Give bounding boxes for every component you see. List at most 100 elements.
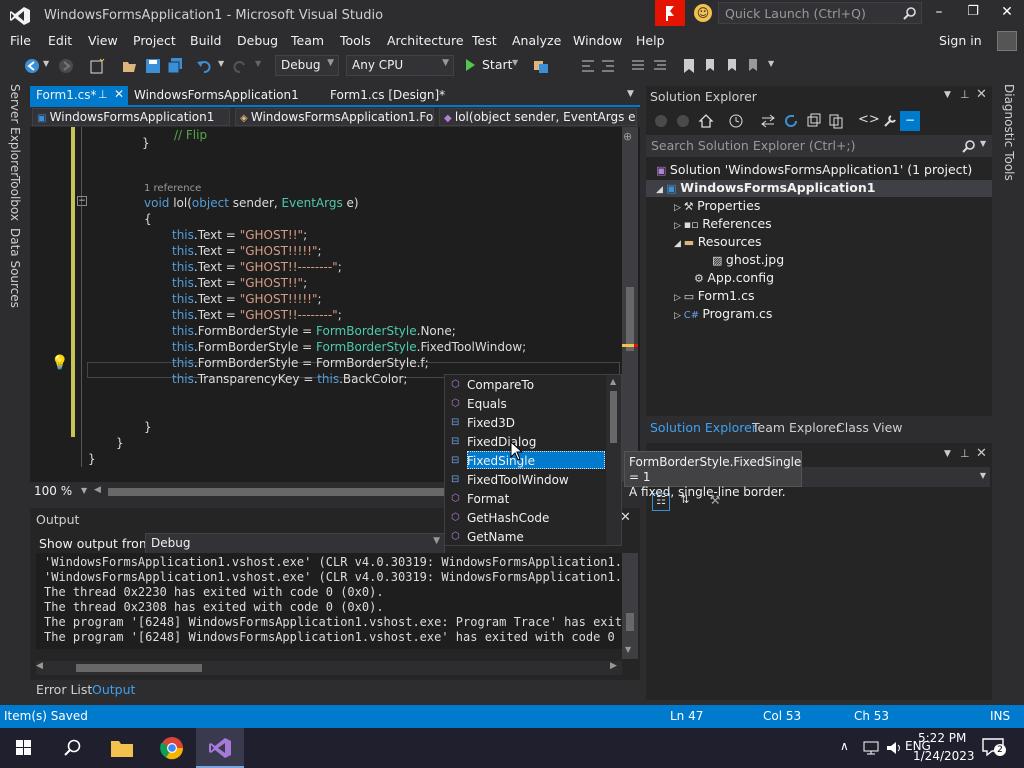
view-code-icon[interactable]: <> (858, 112, 880, 127)
output-hscroll-thumb[interactable] (76, 664, 202, 672)
scroll-right-icon[interactable]: ▶ (610, 661, 617, 671)
forward-icon[interactable] (676, 114, 690, 128)
panel-options-icon[interactable]: ▼ (944, 449, 951, 459)
solution-search-input[interactable]: Search Solution Explorer (Ctrl+;) ▼ (646, 135, 992, 157)
intellisense-item[interactable]: FixedToolWindow (467, 473, 569, 487)
tree-item-references[interactable]: ▷ ▪▫ References (674, 216, 772, 231)
intellisense-scroll-thumb[interactable] (610, 391, 617, 443)
intellisense-item[interactable]: GetHashCode (467, 511, 549, 525)
close-icon[interactable]: ✕ (114, 87, 124, 101)
zoom-level[interactable]: 100 % (34, 484, 72, 498)
sync-with-document-icon[interactable] (760, 113, 776, 129)
tree-item-app-config[interactable]: ⚙ App.config (694, 270, 774, 285)
tree-item-project[interactable]: ◢ ▣ WindowsFormsApplication1 (656, 180, 875, 195)
tree-item-resources[interactable]: ◢ ▬ Resources (674, 234, 762, 249)
search-taskbar-button[interactable] (48, 728, 96, 768)
solution-platform-select[interactable]: Any CPU ▼ (346, 55, 454, 76)
start-debug-button[interactable]: Start ▼ (462, 55, 524, 76)
home-icon[interactable] (698, 113, 714, 129)
file-explorer-taskbar-button[interactable] (98, 728, 146, 768)
start-button[interactable] (0, 728, 48, 768)
toolbar-options-icon[interactable]: ▼ (768, 59, 774, 68)
menu-debug[interactable]: Debug (237, 33, 278, 48)
comment-lines-icon[interactable] (630, 58, 646, 74)
redo-dropdown-icon[interactable]: ▼ (255, 59, 261, 68)
scroll-up-icon[interactable]: ▲ (610, 377, 616, 386)
split-icon[interactable]: ⊕ (623, 130, 637, 143)
back-dropdown-icon[interactable]: ▼ (43, 59, 49, 68)
refresh-icon[interactable] (783, 113, 799, 129)
close-button[interactable]: ✕ (997, 4, 1017, 24)
action-center-button[interactable]: 2 (982, 738, 1006, 757)
tab-solution-explorer[interactable]: Solution Explorer (650, 420, 757, 435)
bookmark-icon[interactable] (682, 58, 696, 74)
scrollbar-thumb[interactable] (626, 287, 634, 351)
tab-class-view[interactable]: Class View (836, 420, 903, 435)
pending-changes-filter-icon[interactable] (728, 113, 744, 129)
pin-icon[interactable]: ⊥ (960, 88, 970, 101)
show-all-files-icon[interactable] (828, 113, 844, 129)
intellisense-item[interactable]: GetName (467, 530, 524, 544)
menu-tools[interactable]: Tools (340, 33, 371, 48)
horizontal-scrollbar-thumb[interactable] (108, 488, 448, 496)
redo-icon[interactable] (232, 58, 248, 74)
output-vertical-scrollbar[interactable]: ▼ (622, 553, 638, 659)
output-scroll-thumb[interactable] (626, 613, 634, 631)
preview-selected-icon[interactable]: − (900, 111, 920, 131)
tab-team-explorer[interactable]: Team Explorer (752, 420, 841, 435)
minimize-button[interactable]: – (929, 4, 949, 24)
navigate-back-icon[interactable] (24, 58, 40, 74)
menu-window[interactable]: Window (573, 33, 622, 48)
menu-architecture[interactable]: Architecture (387, 33, 464, 48)
intellisense-item[interactable]: FixedSingle (467, 454, 535, 468)
menu-build[interactable]: Build (190, 33, 221, 48)
clock-time[interactable]: 5:22 PM (918, 731, 966, 745)
tree-item-ghost-jpg[interactable]: ▨ ghost.jpg (712, 252, 784, 267)
tree-item-properties[interactable]: ▷ ⚒ Properties (674, 198, 760, 213)
network-icon[interactable] (862, 740, 880, 756)
tab-windowsformsapplication1[interactable]: WindowsFormsApplication1 (128, 86, 318, 105)
account-avatar-icon[interactable] (997, 31, 1017, 51)
undo-dropdown-icon[interactable]: ▼ (218, 59, 224, 68)
menu-help[interactable]: Help (636, 33, 665, 48)
tab-error-list[interactable]: Error List (36, 682, 92, 697)
tab-overflow-dropdown-icon[interactable]: ▼ (627, 89, 634, 99)
tree-item-solution[interactable]: ▣ Solution 'WindowsFormsApplication1' (1… (656, 162, 972, 177)
show-hidden-icons-icon[interactable]: ∧ (840, 739, 849, 753)
output-horizontal-scrollbar[interactable]: ◀ ▶ (36, 661, 622, 675)
menu-analyze[interactable]: Analyze (512, 33, 561, 48)
menu-file[interactable]: File (10, 33, 31, 48)
save-all-icon[interactable] (167, 58, 183, 74)
tree-item-form1-cs[interactable]: ▷ ▭ Form1.cs (674, 288, 755, 303)
menu-edit[interactable]: Edit (48, 33, 72, 48)
toolbox-tab[interactable]: Toolbox (8, 176, 22, 221)
collapse-icon[interactable]: − (77, 196, 87, 206)
uncomment-lines-icon[interactable] (652, 58, 668, 74)
intellisense-item[interactable]: CompareTo (467, 378, 534, 392)
smiley-feedback-icon[interactable]: ☺ (694, 4, 712, 22)
intellisense-item[interactable]: Format (467, 492, 509, 506)
step-into-icon[interactable] (580, 58, 596, 74)
close-icon[interactable]: ✕ (976, 446, 987, 461)
project-dropdown[interactable]: ▣ WindowsFormsApplication1 (32, 108, 230, 126)
navigate-forward-icon[interactable] (58, 58, 74, 74)
open-file-icon[interactable] (122, 58, 138, 74)
solution-configuration-select[interactable]: Debug ▼ (275, 55, 339, 76)
member-dropdown[interactable]: ◆ lol(object sender, EventArgs e) (439, 108, 637, 126)
volume-icon[interactable] (886, 740, 904, 756)
menu-team[interactable]: Team (291, 33, 324, 48)
restore-button[interactable]: ❐ (963, 4, 983, 24)
search-options-icon[interactable]: ▼ (980, 139, 986, 148)
intellisense-scrollbar[interactable]: ▲ (606, 375, 621, 545)
save-icon[interactable] (145, 58, 161, 74)
prev-bookmark-icon[interactable] (703, 58, 719, 74)
data-sources-tab[interactable]: Data Sources (8, 228, 22, 308)
clear-bookmarks-icon[interactable] (746, 58, 762, 74)
pin-icon[interactable]: ⊥ (960, 447, 970, 460)
quick-launch-input[interactable]: Quick Launch (Ctrl+Q) (718, 2, 922, 24)
scroll-left-icon[interactable]: ◀ (94, 485, 101, 495)
intellisense-item[interactable]: Fixed3D (467, 416, 515, 430)
properties-wrench-icon[interactable] (882, 113, 898, 129)
panel-options-icon[interactable]: ▼ (944, 90, 951, 100)
class-dropdown[interactable]: ◈ WindowsFormsApplication1.Fo (235, 108, 434, 126)
